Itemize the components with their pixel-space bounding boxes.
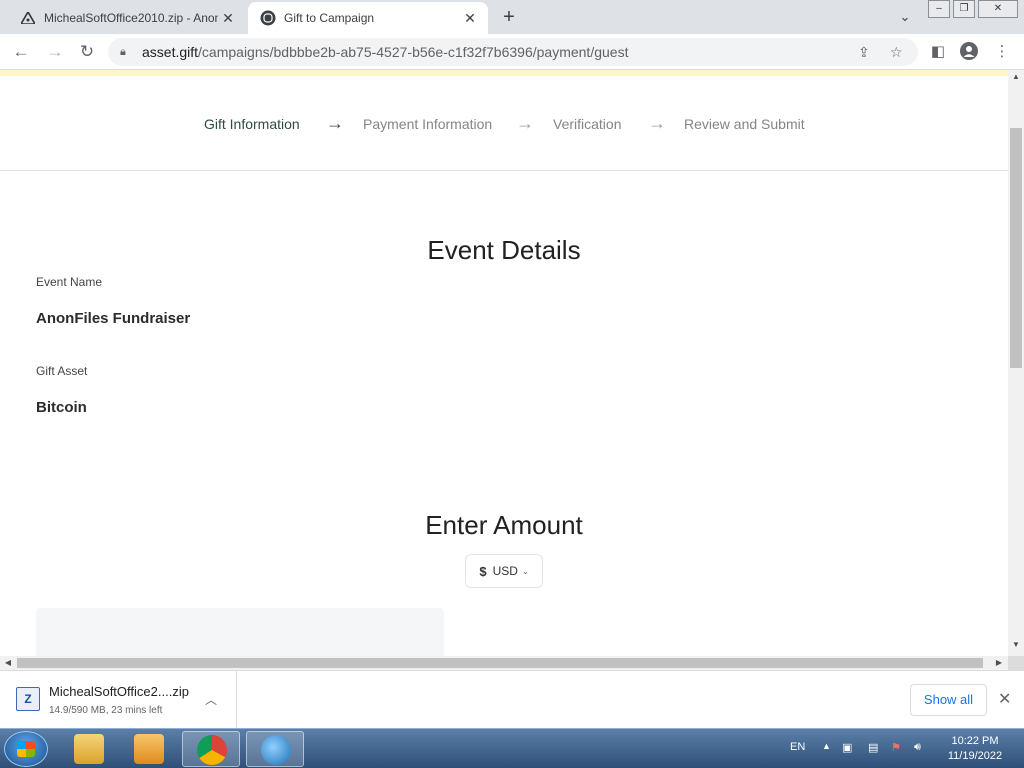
event-name-label: Event Name: [36, 275, 103, 289]
download-filename: MichealSoftOffice2....zip: [49, 684, 189, 699]
side-panel-icon[interactable]: ◧: [928, 42, 948, 62]
volume-icon[interactable]: 🔊︎: [914, 741, 921, 754]
restore-button[interactable]: ❐: [953, 0, 975, 18]
checkout-stepper: Gift Information → Payment Information →…: [0, 76, 1008, 171]
url-host: asset.gift: [142, 44, 199, 60]
step-verification[interactable]: Verification: [553, 116, 621, 132]
close-download-shelf-icon[interactable]: ✕: [998, 689, 1011, 709]
event-name-value: AnonFiles Fundraiser: [36, 310, 191, 327]
vertical-scroll-thumb[interactable]: [1010, 128, 1022, 368]
horizontal-scrollbar[interactable]: ◀ ▶: [0, 656, 1008, 670]
step-arrow-icon: →: [516, 113, 534, 133]
address-bar[interactable]: 🔒︎ asset.gift/campaigns/bdbbbe2b-ab75-45…: [108, 38, 918, 66]
show-hidden-icons-icon[interactable]: ▲: [822, 741, 831, 751]
download-shelf: Z MichealSoftOffice2....zip 14.9/590 MB,…: [0, 670, 1024, 728]
minimize-button[interactable]: –: [928, 0, 950, 18]
start-button[interactable]: [4, 731, 48, 767]
step-payment-information[interactable]: Payment Information: [363, 116, 492, 132]
horizontal-scroll-thumb[interactable]: [17, 658, 983, 668]
clock-time: 10:22 PM: [951, 735, 999, 747]
browser-menu-icon[interactable]: ⋮: [992, 42, 1012, 62]
media-player-taskbar-button[interactable]: [120, 731, 178, 767]
windows-taskbar: EN ▲ ▣ ▤ ⚑ 🔊︎ 10:22 PM 11/19/2022: [0, 728, 1024, 768]
bookmark-star-icon[interactable]: ☆: [890, 44, 903, 61]
tab-gift-to-campaign[interactable]: Gift to Campaign ✕: [248, 2, 488, 34]
reload-icon[interactable]: ↻: [76, 41, 98, 63]
url-path: /campaigns/bdbbbe2b-ab75-4527-b56e-c1f32…: [198, 44, 629, 60]
step-arrow-icon: →: [326, 113, 344, 133]
currency-code: USD: [492, 564, 518, 578]
step-review-and-submit[interactable]: Review and Submit: [684, 116, 805, 132]
back-arrow-icon[interactable]: ←: [10, 41, 32, 63]
chevron-up-icon[interactable]: ︿: [205, 691, 217, 708]
tab-close-icon[interactable]: ✕: [460, 8, 480, 28]
anonfiles-favicon-icon: [20, 10, 36, 26]
gift-asset-label: Gift Asset: [36, 364, 88, 378]
download-item[interactable]: Z MichealSoftOffice2....zip 14.9/590 MB,…: [0, 671, 237, 728]
profile-avatar-icon[interactable]: [959, 42, 979, 62]
event-details-heading: Event Details: [427, 235, 581, 265]
zip-file-icon: Z: [16, 687, 40, 711]
media-player-icon: [134, 734, 164, 764]
scroll-left-icon[interactable]: ◀: [1, 656, 15, 670]
globe-checklist-icon: [261, 735, 291, 765]
amount-input[interactable]: [36, 608, 444, 656]
browser-toolbar: ← → ↻ 🔒︎ asset.gift/campaigns/bdbbbe2b-a…: [0, 34, 1024, 70]
download-status: 14.9/590 MB, 23 mins left: [49, 705, 163, 716]
vertical-scrollbar[interactable]: ▲ ▼: [1008, 70, 1024, 656]
share-icon[interactable]: ⇪: [858, 44, 870, 61]
currency-select[interactable]: $ USD ⌄: [465, 554, 543, 588]
page-viewport: Gift Information → Payment Information →…: [0, 70, 1008, 656]
asset-gift-favicon-icon: [260, 10, 276, 26]
currency-symbol: $: [479, 563, 487, 579]
forward-arrow-icon[interactable]: →: [44, 41, 66, 63]
action-center-flag-icon[interactable]: ⚑: [891, 741, 901, 754]
tab-search-chevron-icon[interactable]: ⌄: [896, 9, 914, 25]
chrome-taskbar-button[interactable]: [182, 731, 240, 767]
chevron-down-icon: ⌄: [521, 566, 529, 576]
tab-close-icon[interactable]: ✕: [218, 8, 238, 28]
system-clock[interactable]: 10:22 PM 11/19/2022: [940, 734, 1010, 764]
network-icon[interactable]: ▤: [868, 741, 878, 754]
show-all-button[interactable]: Show all: [910, 684, 987, 716]
gift-asset-value: Bitcoin: [36, 399, 87, 416]
window-close-button[interactable]: ✕: [978, 0, 1018, 18]
network-taskbar-button[interactable]: [246, 731, 304, 767]
new-tab-button[interactable]: +: [498, 7, 520, 29]
clock-date: 11/19/2022: [947, 750, 1003, 762]
enter-amount-heading: Enter Amount: [425, 510, 583, 540]
scroll-down-icon[interactable]: ▼: [1008, 640, 1024, 654]
tab-title: MichealSoftOffice2010.zip - Anon: [44, 11, 218, 25]
scroll-up-icon[interactable]: ▲: [1008, 72, 1024, 86]
explorer-taskbar-button[interactable]: [60, 731, 118, 767]
step-arrow-icon: →: [648, 113, 666, 133]
scrollbar-corner: [1008, 656, 1024, 670]
language-indicator[interactable]: EN: [790, 741, 805, 753]
chrome-icon: [197, 735, 227, 765]
folder-icon: [74, 734, 104, 764]
tab-title: Gift to Campaign: [284, 11, 375, 25]
tab-anonfiles[interactable]: MichealSoftOffice2010.zip - Anon ✕: [8, 2, 246, 34]
scroll-right-icon[interactable]: ▶: [992, 656, 1006, 670]
tray-app-icon[interactable]: ▣: [842, 741, 852, 754]
step-gift-information[interactable]: Gift Information: [204, 116, 300, 132]
browser-tab-strip: MichealSoftOffice2010.zip - Anon ✕ Gift …: [0, 0, 1024, 34]
lock-icon[interactable]: 🔒︎: [120, 46, 134, 59]
